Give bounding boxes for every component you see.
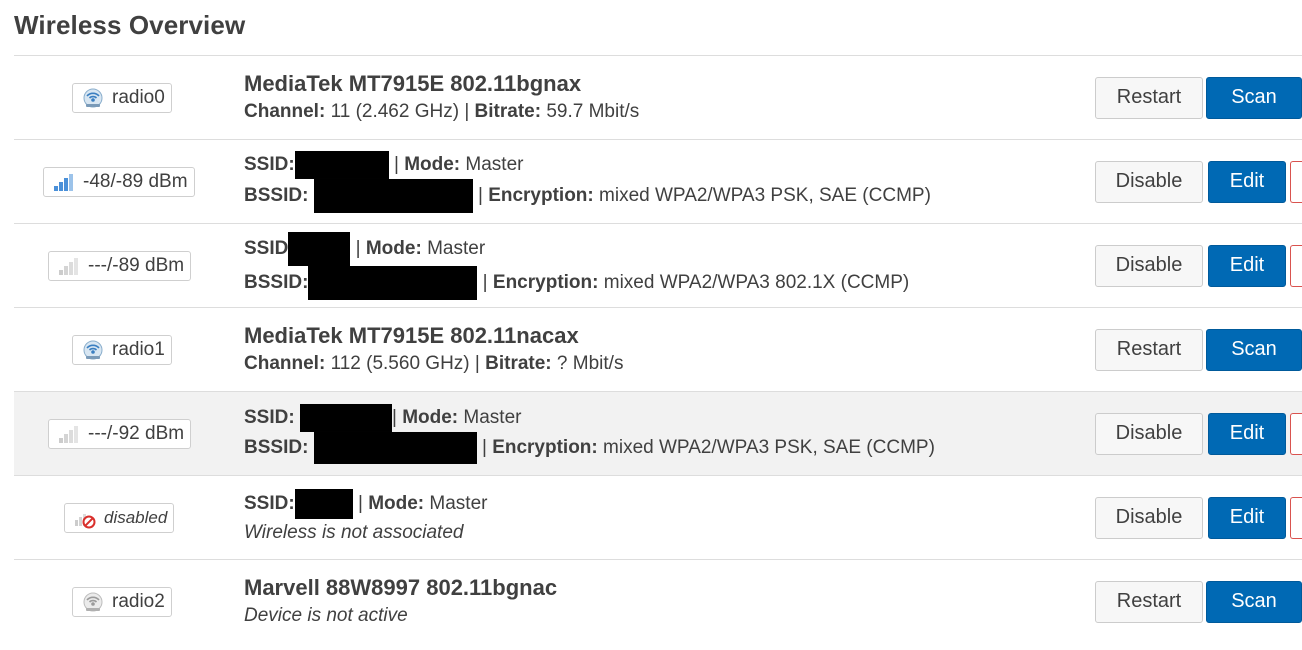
encryption-label: Encryption: <box>488 184 594 206</box>
mode-label: Mode: <box>404 153 461 175</box>
badge-label: ---/-92 dBm <box>88 422 185 444</box>
channel-value: 112 (5.560 GHz) <box>330 352 470 374</box>
disable-button[interactable]: Disable <box>1095 160 1203 203</box>
ssid-label: SSID <box>244 237 289 259</box>
bssid-redacted <box>308 265 478 300</box>
mode-value: Master <box>429 492 488 514</box>
channel-label: Channel: <box>244 352 326 374</box>
mode-value: Master <box>427 237 486 259</box>
signal-badge: ---/-89 dBm <box>48 250 192 281</box>
radio-badge: radio2 <box>72 586 172 617</box>
radio-info: MediaTek MT7915E 802.11nacax Channel: 11… <box>244 322 624 374</box>
interface-row: ---/-92 dBm SSID: | Mode: Master BSSID: … <box>14 392 1302 476</box>
encryption-value: mixed WPA2/WPA3 PSK, SAE (CCMP) <box>599 184 931 206</box>
remove-button[interactable] <box>1290 412 1302 455</box>
interface-row: -48/-89 dBm SSID: | Mode: Master BSSID: … <box>14 140 1302 224</box>
radio-row-radio0: radio0 MediaTek MT7915E 802.11bgnax Chan… <box>14 56 1302 140</box>
badge-label: radio2 <box>112 590 165 612</box>
device-name: MediaTek MT7915E 802.11bgnax <box>244 70 582 96</box>
mode-value: Master <box>465 153 524 175</box>
mode-label: Mode: <box>402 406 459 428</box>
bitrate-value: 59.7 Mbit/s <box>546 100 640 122</box>
ssid-redacted <box>288 231 351 266</box>
interface-row: disabled SSID: | Mode: Master Wireless i… <box>14 476 1302 560</box>
restart-button[interactable]: Restart <box>1095 580 1203 623</box>
radio-info: Marvell 88W8997 802.11bgnac Device is no… <box>244 574 557 630</box>
wireless-overview-table: radio0 MediaTek MT7915E 802.11bgnax Chan… <box>14 55 1302 643</box>
badge-label: -48/-89 dBm <box>83 170 188 192</box>
ssid-label: SSID: <box>244 492 295 514</box>
radio-badge: radio0 <box>72 82 172 113</box>
ssid-label: SSID: <box>244 406 295 428</box>
restart-button[interactable]: Restart <box>1095 328 1203 371</box>
channel-value: 11 (2.462 GHz) <box>330 100 460 122</box>
badge-label: disabled <box>104 507 168 527</box>
radio-row-radio2: radio2 Marvell 88W8997 802.11bgnac Devic… <box>14 560 1302 643</box>
bssid-label: BSSID: <box>244 184 309 206</box>
wifi-radio-icon <box>81 87 105 109</box>
signal-none-icon <box>57 423 81 445</box>
encryption-value: mixed WPA2/WPA3 802.1X (CCMP) <box>603 271 910 293</box>
ssid-label: SSID: <box>244 153 295 175</box>
badge-label: radio1 <box>112 338 165 360</box>
device-name: MediaTek MT7915E 802.11nacax <box>244 322 579 348</box>
mode-label: Mode: <box>365 237 422 259</box>
ssid-redacted <box>294 488 353 519</box>
interface-info: SSID | Mode: Master BSSID: | Encryption:… <box>244 231 910 300</box>
bitrate-label: Bitrate: <box>485 352 552 374</box>
interface-info: SSID: | Mode: Master BSSID: | Encryption… <box>244 150 931 213</box>
scan-button[interactable]: Scan <box>1206 580 1302 623</box>
wifi-radio-inactive-icon <box>81 591 105 613</box>
encryption-label: Encryption: <box>492 436 598 458</box>
interface-row: ---/-89 dBm SSID | Mode: Master BSSID: |… <box>14 224 1302 308</box>
interface-info: SSID: | Mode: Master Wireless is not ass… <box>244 488 488 547</box>
signal-badge: disabled <box>64 502 175 533</box>
bssid-label: BSSID: <box>244 271 309 293</box>
mode-value: Master <box>463 406 522 428</box>
encryption-value: mixed WPA2/WPA3 PSK, SAE (CCMP) <box>603 436 935 458</box>
remove-button[interactable] <box>1290 160 1302 203</box>
status-text: Device is not active <box>244 604 408 626</box>
device-name: Marvell 88W8997 802.11bgnac <box>244 574 558 600</box>
signal-strength-icon <box>52 171 76 193</box>
bitrate-label: Bitrate: <box>474 100 542 122</box>
bssid-label: BSSID: <box>244 436 309 458</box>
edit-button[interactable]: Edit <box>1208 244 1286 287</box>
disable-button[interactable]: Disable <box>1095 496 1203 539</box>
ssid-redacted <box>294 150 389 179</box>
status-text: Wireless is not associated <box>244 521 464 543</box>
encryption-label: Encryption: <box>492 271 599 293</box>
signal-badge: ---/-92 dBm <box>48 418 192 449</box>
mode-label: Mode: <box>368 492 425 514</box>
edit-button[interactable]: Edit <box>1208 160 1286 203</box>
interface-info: SSID: | Mode: Master BSSID: | Encryption… <box>244 403 935 464</box>
channel-label: Channel: <box>244 100 326 122</box>
bssid-redacted <box>313 178 473 213</box>
ssid-redacted <box>299 403 392 432</box>
wifi-radio-icon <box>81 339 105 361</box>
badge-label: radio0 <box>112 86 165 108</box>
radio-info: MediaTek MT7915E 802.11bgnax Channel: 11… <box>244 70 640 122</box>
edit-button[interactable]: Edit <box>1208 496 1286 539</box>
signal-disabled-icon <box>73 507 97 529</box>
disable-button[interactable]: Disable <box>1095 412 1203 455</box>
remove-button[interactable] <box>1290 496 1302 539</box>
badge-label: ---/-89 dBm <box>88 254 185 276</box>
scan-button[interactable]: Scan <box>1206 76 1302 119</box>
radio-row-radio1: radio1 MediaTek MT7915E 802.11nacax Chan… <box>14 308 1302 392</box>
bitrate-value: ? Mbit/s <box>556 352 624 374</box>
scan-button[interactable]: Scan <box>1206 328 1302 371</box>
bssid-redacted <box>313 431 477 464</box>
page-title: Wireless Overview <box>14 10 246 40</box>
remove-button[interactable] <box>1290 244 1302 287</box>
edit-button[interactable]: Edit <box>1208 412 1286 455</box>
signal-badge: -48/-89 dBm <box>43 166 195 197</box>
radio-badge: radio1 <box>72 334 172 365</box>
disable-button[interactable]: Disable <box>1095 244 1203 287</box>
restart-button[interactable]: Restart <box>1095 76 1203 119</box>
signal-none-icon <box>57 255 81 277</box>
